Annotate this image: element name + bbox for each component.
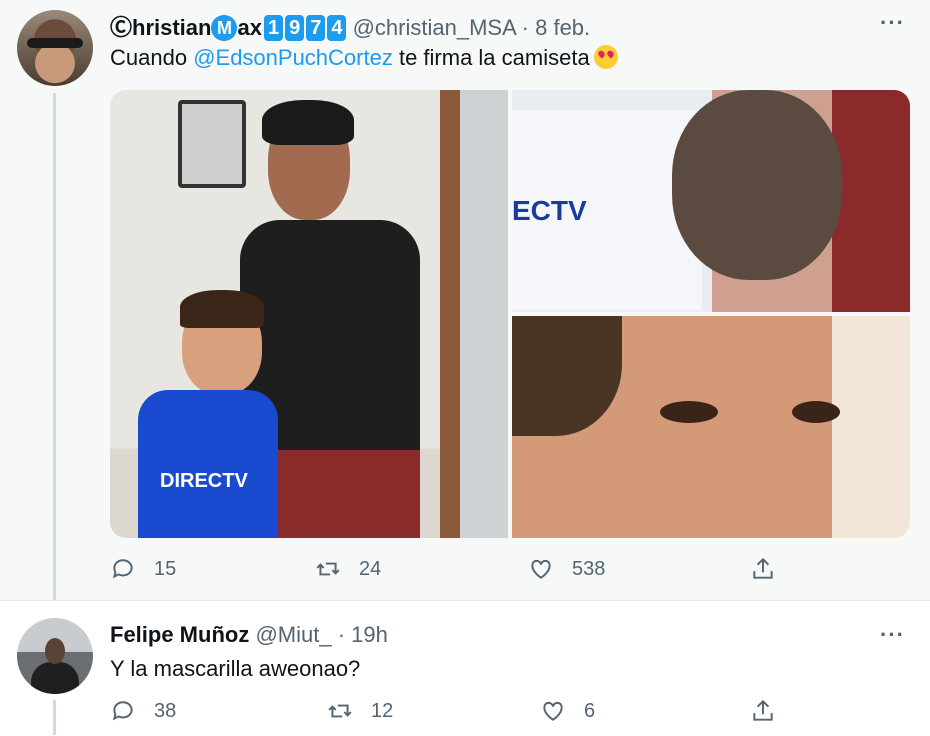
reply-count: 38 — [154, 699, 177, 722]
retweet-icon — [327, 698, 353, 724]
more-icon[interactable]: ··· — [880, 622, 905, 648]
handle[interactable]: @christian_MSA — [353, 15, 516, 40]
like-button[interactable]: 6 — [540, 698, 595, 724]
media-grid: DIRECTV ECTV — [110, 90, 910, 538]
display-name-text-2: ax — [237, 15, 262, 40]
tweet-text: Cuando @EdsonPuchCortez te firma la cami… — [110, 45, 618, 71]
man-hair-shape — [262, 100, 354, 145]
reply-icon — [110, 698, 136, 724]
share-icon — [750, 556, 776, 582]
boy-shirt-shape: DIRECTV — [138, 390, 278, 538]
eye-shape — [792, 401, 840, 423]
digit-badge: 1 — [263, 15, 284, 41]
like-count: 538 — [572, 557, 606, 580]
reply-count: 15 — [154, 557, 177, 580]
hair-shape — [512, 316, 622, 436]
mention-link[interactable]: @EdsonPuchCortez — [193, 45, 393, 70]
avatar-head — [45, 638, 65, 664]
share-icon — [750, 698, 776, 724]
avatar[interactable] — [17, 10, 93, 86]
boy-hair-shape — [180, 290, 264, 328]
tweet-text: Y la mascarilla aweonao? — [110, 656, 361, 681]
retweet-button[interactable]: 12 — [327, 698, 393, 724]
pants-shape — [270, 450, 420, 538]
retweet-count: 24 — [359, 557, 382, 580]
timestamp[interactable]: 19h — [351, 622, 388, 647]
heart-eyes-emoji-icon — [593, 45, 618, 69]
share-button[interactable] — [750, 556, 794, 582]
display-name[interactable]: Felipe Muñoz — [110, 622, 249, 647]
share-button[interactable] — [750, 698, 794, 724]
reply-button[interactable]: 15 — [110, 556, 176, 582]
tweet-text-part: Cuando — [110, 45, 194, 70]
like-button[interactable]: 538 — [528, 556, 605, 582]
reply-button[interactable]: 38 — [110, 698, 176, 724]
separator: · — [337, 622, 346, 647]
tweet-text-part: te firma la camiseta — [392, 45, 590, 70]
eye-shape — [660, 401, 718, 423]
photo-player-with-boy[interactable]: DIRECTV — [110, 90, 508, 538]
shirt-sponsor-text: DIRECTV — [160, 470, 248, 492]
like-icon — [528, 556, 554, 582]
shirt-sponsor-text: ECTV — [512, 195, 587, 226]
retweet-icon — [315, 556, 341, 582]
tweet-actions: 38 12 6 — [110, 698, 810, 728]
separator: · — [521, 15, 529, 40]
lamp-shape — [178, 100, 246, 188]
display-name[interactable]: Ⓒhristian Max 1 9 7 4 — [110, 15, 353, 41]
thread-line — [53, 93, 56, 613]
photo-boy-closeup[interactable] — [512, 316, 910, 538]
boy-head-back-shape — [672, 90, 842, 280]
tweet-header: Ⓒhristian Max 1 9 7 4 @christian_MSA · 8 feb. — [110, 10, 590, 42]
digit-badge: 9 — [285, 15, 305, 41]
reply-icon — [110, 556, 136, 582]
retweet-count: 12 — [371, 699, 394, 722]
display-name-text: Ⓒhristian — [110, 15, 212, 40]
handle[interactable]: @Miut_ — [255, 622, 331, 647]
avatar-glasses — [27, 38, 83, 48]
more-icon[interactable]: ··· — [880, 10, 905, 36]
avatar[interactable] — [17, 618, 93, 694]
photo-boy-back[interactable]: ECTV — [512, 90, 910, 312]
tweet-actions: 15 24 538 — [110, 556, 810, 586]
like-count: 6 — [584, 699, 596, 722]
retweet-button[interactable]: 24 — [315, 556, 381, 582]
timestamp[interactable]: 8 feb. — [535, 15, 590, 40]
avatar-body — [31, 662, 79, 694]
digit-badge: 7 — [306, 15, 326, 41]
name-letter-badge: M — [211, 15, 238, 41]
digit-badge: 4 — [327, 15, 347, 41]
like-icon — [540, 698, 566, 724]
thread-line — [53, 700, 56, 735]
tweet-header: Felipe Muñoz @Miut_ · 19h — [110, 622, 388, 648]
